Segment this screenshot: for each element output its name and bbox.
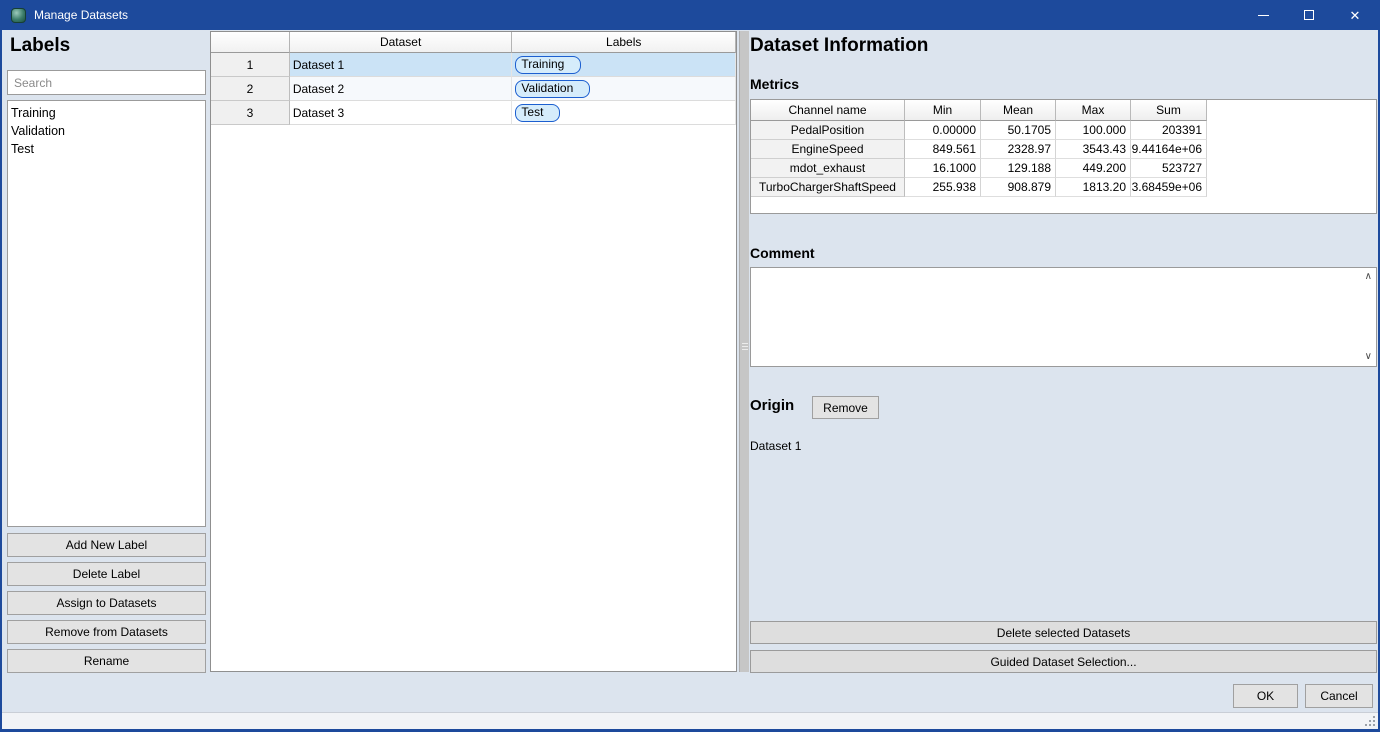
min-value: 255.938 <box>905 178 981 197</box>
metrics-col-channel-name[interactable]: Channel name <box>751 100 905 121</box>
channel-name: PedalPosition <box>751 121 905 140</box>
status-bar <box>2 712 1378 729</box>
table-row-dataset-2[interactable]: 2 Dataset 2 Validation <box>211 77 736 101</box>
labels-cell[interactable]: Validation <box>512 77 736 101</box>
metrics-table-header: Channel name Min Mean Max Sum <box>751 100 1376 121</box>
column-header-labels[interactable]: Labels <box>512 32 736 53</box>
row-number: 2 <box>211 77 290 101</box>
label-chip-training[interactable]: Training <box>515 56 581 74</box>
add-new-label-button[interactable]: Add New Label <box>7 533 206 557</box>
label-list-item-test[interactable]: Test <box>11 140 205 158</box>
labels-panel-title: Labels <box>10 35 70 57</box>
metrics-heading: Metrics <box>750 76 799 92</box>
row-number: 3 <box>211 101 290 125</box>
channel-name: TurboChargerShaftSpeed <box>751 178 905 197</box>
titlebar: Manage Datasets ✕ <box>2 0 1378 30</box>
sum-value: 9.44164e+06 <box>1131 140 1207 159</box>
origin-heading: Origin <box>750 397 794 414</box>
dataset-name-cell[interactable]: Dataset 1 <box>290 53 513 77</box>
metrics-col-sum[interactable]: Sum <box>1131 100 1207 121</box>
delete-selected-datasets-button[interactable]: Delete selected Datasets <box>750 621 1377 644</box>
search-input[interactable] <box>7 70 206 95</box>
column-header-dataset[interactable]: Dataset <box>290 32 513 53</box>
metrics-row-pedalposition: PedalPosition 0.00000 50.1705 100.000 20… <box>751 121 1376 140</box>
max-value: 1813.20 <box>1056 178 1131 197</box>
splitter-grip-icon <box>742 343 748 352</box>
min-value: 16.1000 <box>905 159 981 178</box>
metrics-row-turbochargershaftspeed: TurboChargerShaftSpeed 255.938 908.879 1… <box>751 178 1376 197</box>
panel-splitter[interactable] <box>739 31 749 672</box>
label-chip-test[interactable]: Test <box>515 104 560 122</box>
ok-button[interactable]: OK <box>1233 684 1298 708</box>
mean-value: 2328.97 <box>981 140 1056 159</box>
assign-to-datasets-button[interactable]: Assign to Datasets <box>7 591 206 615</box>
channel-name: EngineSpeed <box>751 140 905 159</box>
minimize-icon <box>1258 15 1269 16</box>
row-number: 1 <box>211 53 290 77</box>
max-value: 100.000 <box>1056 121 1131 140</box>
metrics-col-mean[interactable]: Mean <box>981 100 1056 121</box>
close-icon: ✕ <box>1350 9 1361 22</box>
dataset-information-title: Dataset Information <box>750 35 928 57</box>
window-controls: ✕ <box>1240 0 1378 30</box>
table-row-dataset-1[interactable]: 1 Dataset 1 Training <box>211 53 736 77</box>
comment-textarea[interactable] <box>751 268 1359 366</box>
channel-name: mdot_exhaust <box>751 159 905 178</box>
close-button[interactable]: ✕ <box>1332 0 1378 30</box>
dataset-name-cell[interactable]: Dataset 2 <box>290 77 513 101</box>
cancel-button[interactable]: Cancel <box>1305 684 1373 708</box>
datasets-table: Dataset Labels 1 Dataset 1 Training 2 Da… <box>210 31 737 672</box>
label-chip-validation[interactable]: Validation <box>515 80 590 98</box>
min-value: 849.561 <box>905 140 981 159</box>
column-header-rownum[interactable] <box>211 32 290 53</box>
label-list-item-validation[interactable]: Validation <box>11 122 205 140</box>
max-value: 3543.43 <box>1056 140 1131 159</box>
label-list-item-training[interactable]: Training <box>11 104 205 122</box>
table-row-dataset-3[interactable]: 3 Dataset 3 Test <box>211 101 736 125</box>
maximize-icon <box>1304 10 1314 20</box>
metrics-row-enginespeed: EngineSpeed 849.561 2328.97 3543.43 9.44… <box>751 140 1376 159</box>
labels-listbox[interactable]: Training Validation Test <box>7 100 206 527</box>
app-icon <box>11 8 26 23</box>
scroll-down-icon[interactable]: ∨ <box>1365 352 1372 362</box>
minimize-button[interactable] <box>1240 0 1286 30</box>
mean-value: 908.879 <box>981 178 1056 197</box>
remove-from-datasets-button[interactable]: Remove from Datasets <box>7 620 206 644</box>
metrics-col-min[interactable]: Min <box>905 100 981 121</box>
sum-value: 3.68459e+06 <box>1131 178 1207 197</box>
mean-value: 50.1705 <box>981 121 1056 140</box>
dataset-name-cell[interactable]: Dataset 3 <box>290 101 513 125</box>
scroll-up-icon[interactable]: ∧ <box>1365 272 1372 282</box>
sum-value: 203391 <box>1131 121 1207 140</box>
datasets-table-header: Dataset Labels <box>211 32 736 53</box>
min-value: 0.00000 <box>905 121 981 140</box>
resize-grip-icon[interactable] <box>1364 715 1376 727</box>
remove-origin-button[interactable]: Remove <box>812 396 879 419</box>
comment-heading: Comment <box>750 245 815 261</box>
metrics-table: Channel name Min Mean Max Sum PedalPosit… <box>750 99 1377 214</box>
maximize-button[interactable] <box>1286 0 1332 30</box>
max-value: 449.200 <box>1056 159 1131 178</box>
dialog-content: Labels Training Validation Test Add New … <box>2 30 1378 709</box>
metrics-col-max[interactable]: Max <box>1056 100 1131 121</box>
labels-cell[interactable]: Training <box>512 53 736 77</box>
window-title: Manage Datasets <box>34 8 128 22</box>
mean-value: 129.188 <box>981 159 1056 178</box>
metrics-row-mdot-exhaust: mdot_exhaust 16.1000 129.188 449.200 523… <box>751 159 1376 178</box>
guided-dataset-selection-button[interactable]: Guided Dataset Selection... <box>750 650 1377 673</box>
sum-value: 523727 <box>1131 159 1207 178</box>
manage-datasets-window: Manage Datasets ✕ Labels Training Valida… <box>0 0 1380 732</box>
origin-value: Dataset 1 <box>750 439 801 453</box>
rename-button[interactable]: Rename <box>7 649 206 673</box>
comment-box: ∧ ∨ <box>750 267 1377 367</box>
delete-label-button[interactable]: Delete Label <box>7 562 206 586</box>
labels-cell[interactable]: Test <box>512 101 736 125</box>
